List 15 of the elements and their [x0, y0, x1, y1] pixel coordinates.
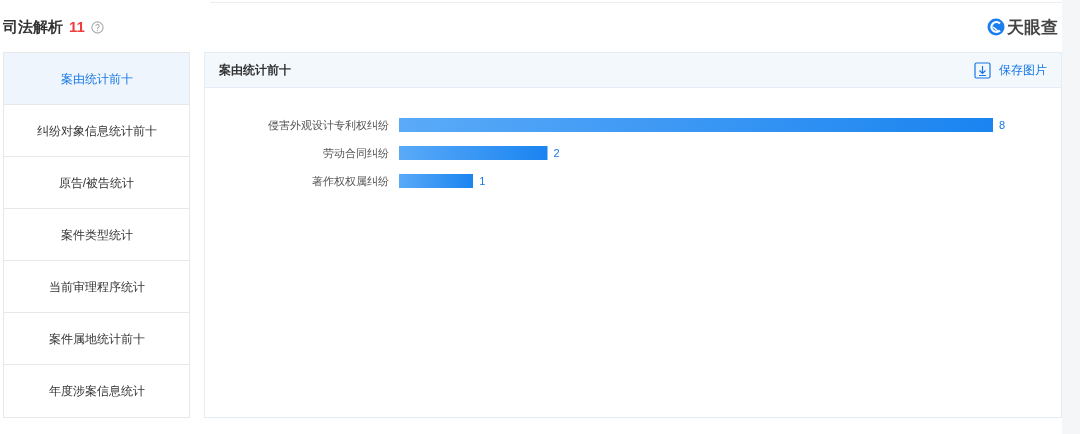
section-title: 司法解析	[3, 17, 63, 38]
save-button[interactable]: 保存图片	[974, 61, 1047, 79]
download-icon	[974, 61, 991, 79]
value-label: 1	[479, 173, 486, 189]
count: 11	[69, 17, 85, 38]
category-label: 劳动合同纠纷	[322, 145, 390, 161]
value-label: 2	[553, 145, 560, 161]
value-label: 8	[999, 117, 1006, 133]
panel-title: 案由统计前十	[219, 62, 291, 79]
category-label: 侵害外观设计专利权纠纷	[267, 117, 390, 133]
sidebar-item[interactable]: 案由统计前十	[4, 53, 189, 105]
logo-text: 天眼查	[1007, 16, 1058, 39]
logo-icon	[987, 18, 1005, 37]
category-label: 著作权权属纠纷	[311, 173, 390, 189]
help-icon[interactable]	[90, 21, 104, 34]
